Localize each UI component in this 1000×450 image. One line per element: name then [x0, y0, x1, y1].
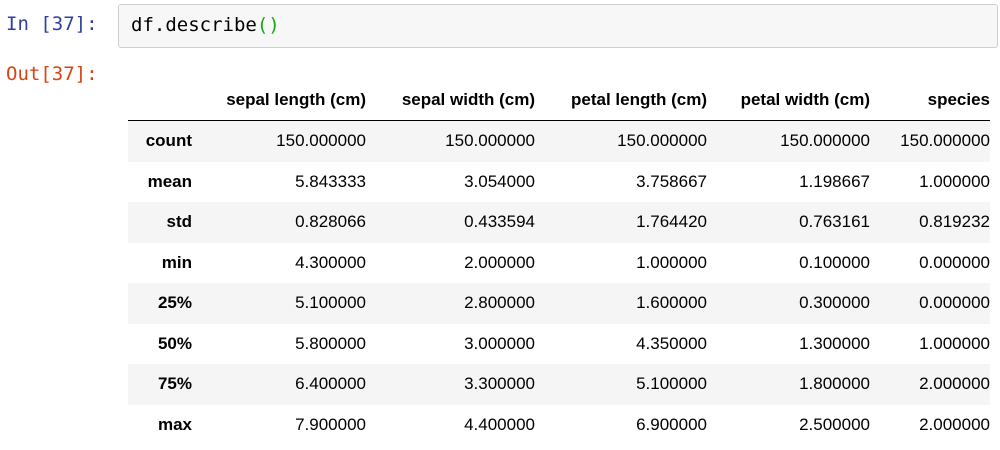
table-cell: 150.000000: [617, 131, 707, 151]
table-cell: 5.100000: [636, 374, 707, 394]
row-index: min: [161, 252, 192, 272]
table-cell: 1.000000: [636, 252, 707, 272]
table-cell: 4.400000: [464, 414, 535, 434]
table-cell: 6.900000: [636, 414, 707, 434]
table-cell: 1.764420: [636, 212, 707, 232]
table-cell: 150.000000: [445, 131, 535, 151]
table-cell: 6.400000: [295, 374, 366, 394]
row-index: mean: [147, 171, 192, 191]
table-cell: 2.800000: [464, 293, 535, 313]
row-index: std: [166, 212, 193, 232]
output-area: sepal length (cm) sepal width (cm) petal…: [128, 80, 998, 445]
table-cell: 7.900000: [295, 414, 366, 434]
table-row: 75% 6.400000 3.300000 5.100000 1.800000 …: [128, 364, 990, 405]
table-cell: 5.800000: [295, 333, 366, 353]
code-parens: (): [256, 14, 280, 36]
table-row: 25% 5.100000 2.800000 1.600000 0.300000 …: [128, 283, 990, 324]
table-row: 50% 5.800000 3.000000 4.350000 1.300000 …: [128, 324, 990, 365]
table-cell: 4.300000: [295, 252, 366, 272]
table-cell: 0.819232: [919, 212, 990, 232]
table-cell: 1.300000: [799, 333, 870, 353]
table-cell: 2.500000: [799, 414, 870, 434]
table-cell: 2.000000: [464, 252, 535, 272]
column-header: petal length (cm): [535, 80, 707, 121]
table-row: max 7.900000 4.400000 6.900000 2.500000 …: [128, 405, 990, 446]
table-cell: 4.350000: [636, 333, 707, 353]
output-prompt: Out[37]:: [6, 63, 98, 85]
table-cell: 0.000000: [919, 293, 990, 313]
table-cell: 150.000000: [276, 131, 366, 151]
table-cell: 5.100000: [295, 293, 366, 313]
row-index: max: [157, 414, 192, 434]
table-cell: 1.000000: [919, 171, 990, 191]
row-index: 50%: [157, 333, 192, 353]
row-index: 25%: [157, 293, 192, 313]
table-cell: 2.000000: [919, 414, 990, 434]
table-cell: 5.843333: [295, 171, 366, 191]
input-prompt: In [37]:: [6, 13, 98, 35]
table-cell: 2.000000: [919, 374, 990, 394]
column-header: sepal width (cm): [366, 80, 535, 121]
header-row: sepal length (cm) sepal width (cm) petal…: [128, 80, 990, 121]
corner-header: [128, 80, 192, 121]
code-cell-editor[interactable]: df.describe(): [118, 4, 998, 48]
table-cell: 1.800000: [799, 374, 870, 394]
table-cell: 1.600000: [636, 293, 707, 313]
table-cell: 0.828066: [295, 212, 366, 232]
table-cell: 3.054000: [464, 171, 535, 191]
table-row: mean 5.843333 3.054000 3.758667 1.198667…: [128, 162, 990, 203]
code-object: df.describe: [131, 14, 257, 36]
table-row: count 150.000000 150.000000 150.000000 1…: [128, 120, 990, 162]
table-cell: 3.000000: [464, 333, 535, 353]
table-cell: 0.763161: [799, 212, 870, 232]
column-header: sepal length (cm): [192, 80, 366, 121]
table-cell: 0.300000: [799, 293, 870, 313]
column-header: petal width (cm): [707, 80, 870, 121]
row-index: count: [145, 131, 192, 151]
notebook: In [37]: df.describe() Out[37]: sepal le…: [0, 0, 1000, 450]
table-cell: 0.433594: [464, 212, 535, 232]
code-line[interactable]: df.describe(): [131, 14, 280, 36]
table-cell: 0.100000: [799, 252, 870, 272]
table-cell: 150.000000: [780, 131, 870, 151]
table-cell: 0.000000: [919, 252, 990, 272]
describe-table: sepal length (cm) sepal width (cm) petal…: [128, 80, 990, 445]
table-row: min 4.300000 2.000000 1.000000 0.100000 …: [128, 243, 990, 284]
table-cell: 1.000000: [919, 333, 990, 353]
table-cell: 1.198667: [799, 171, 870, 191]
table-row: std 0.828066 0.433594 1.764420 0.763161 …: [128, 202, 990, 243]
table-cell: 3.300000: [464, 374, 535, 394]
row-index: 75%: [157, 374, 192, 394]
table-cell: 3.758667: [636, 171, 707, 191]
table-cell: 150.000000: [900, 131, 990, 151]
column-header: species: [870, 80, 990, 121]
